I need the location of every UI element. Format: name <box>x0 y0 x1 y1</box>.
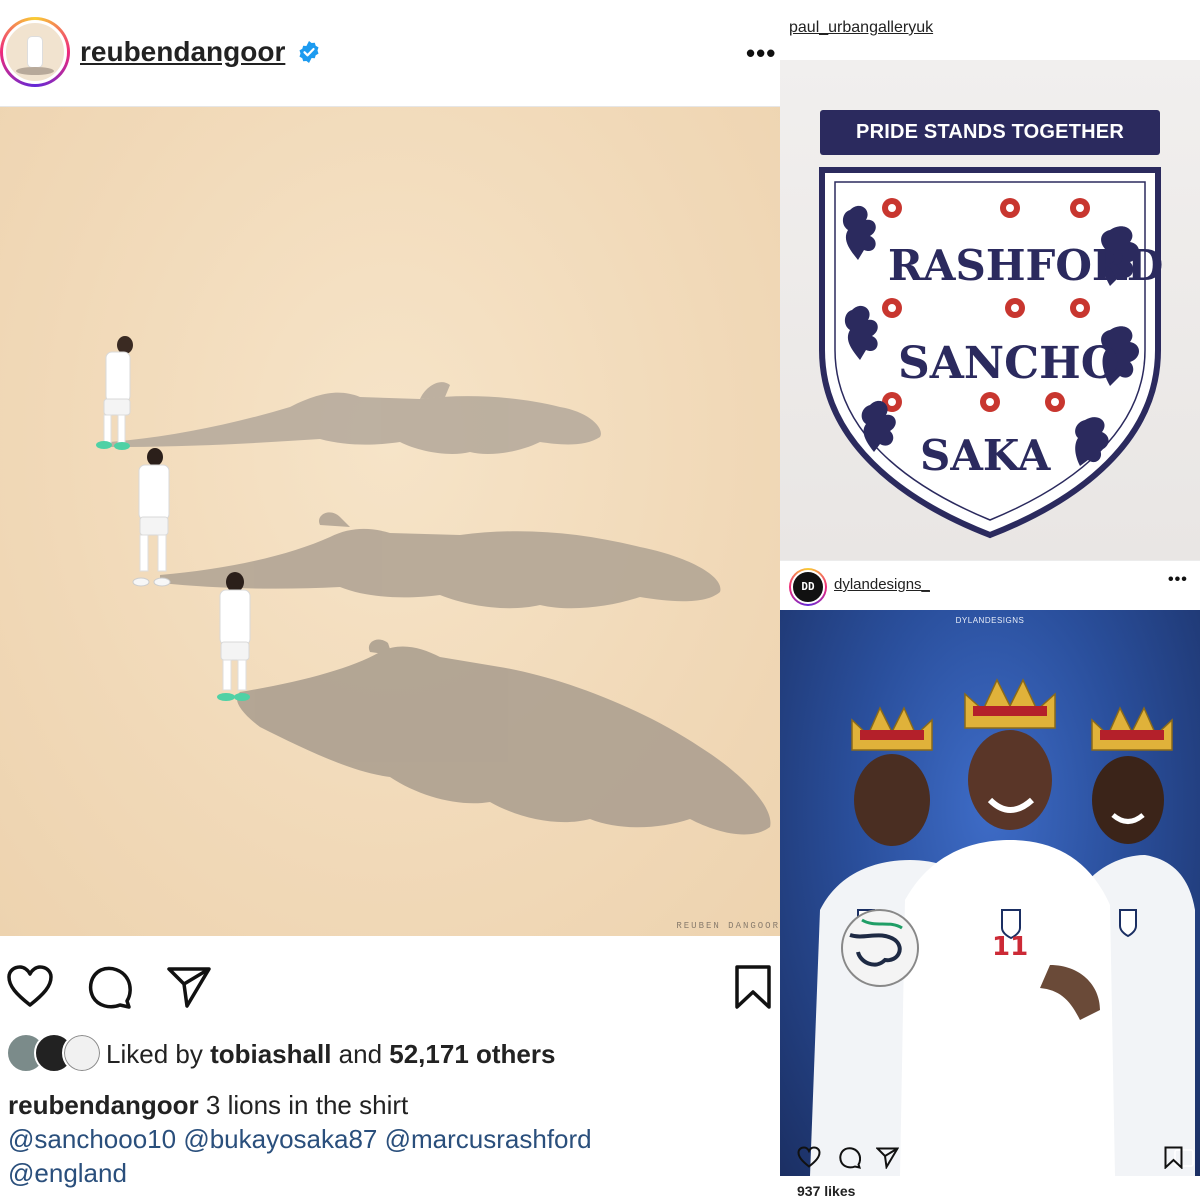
post-image[interactable]: REUBEN DANGOOR <box>0 107 780 936</box>
three-lions-artwork <box>96 336 771 835</box>
crest-name-2: SANCHO <box>898 338 1119 389</box>
liked-by-text: Liked by tobiashall and 52,171 others <box>106 1039 555 1070</box>
post-username[interactable]: reubendangoor <box>80 36 285 68</box>
liked-by-prefix: Liked by <box>106 1039 211 1069</box>
share-icon[interactable] <box>876 1146 899 1169</box>
comment-icon[interactable] <box>838 1146 861 1169</box>
liked-by-middle: and <box>331 1039 390 1069</box>
likes-count[interactable]: 52,171 others <box>389 1039 555 1069</box>
liker-avatar-3[interactable] <box>62 1033 102 1073</box>
lion-shadow-3 <box>236 639 771 835</box>
caption-text: 3 lions in the shirt <box>198 1090 409 1120</box>
post-actions <box>0 936 780 1036</box>
crest-name-3: SAKA <box>920 431 1052 480</box>
bookmark-icon[interactable] <box>1164 1146 1183 1169</box>
mention-tag[interactable]: @marcusrashford <box>385 1124 592 1154</box>
dylan-avatar[interactable]: DD <box>789 568 827 606</box>
bookmark-icon[interactable] <box>734 964 772 1010</box>
three-lions-crest: RASHFORD SANCHO SAKA <box>819 167 1163 539</box>
dylan-likes-count[interactable]: 937 likes <box>797 1183 855 1199</box>
liked-by-user[interactable]: tobiashall <box>210 1039 331 1069</box>
likes-row: Liked by tobiashall and 52,171 others <box>0 1033 780 1073</box>
player-figure-2 <box>132 448 171 587</box>
more-options-icon[interactable]: ••• <box>1168 571 1188 589</box>
heart-icon[interactable] <box>797 1146 821 1168</box>
player-figure-3 <box>217 572 251 701</box>
profile-avatar[interactable] <box>0 17 70 87</box>
avatar-image <box>3 20 67 84</box>
post-caption: reubendangoor 3 lions in the shirt @sanc… <box>8 1088 778 1190</box>
mention-tag[interactable]: @bukayosaka87 <box>183 1124 377 1154</box>
mention-tag[interactable]: @sanchooo10 <box>8 1124 176 1154</box>
crest-post: paul_urbangalleryuk PRIDE STANDS TOGETHE… <box>780 0 1200 560</box>
lion-shadow-1 <box>110 382 601 454</box>
share-icon[interactable] <box>166 964 212 1010</box>
crest-image[interactable]: PRIDE STANDS TOGETHER RASHFORD SANCHO SA… <box>780 60 1200 560</box>
svg-text:11: 11 <box>992 932 1028 962</box>
comment-icon[interactable] <box>86 964 132 1010</box>
crest-post-username[interactable]: paul_urbangalleryuk <box>789 19 933 37</box>
left-post: reubendangoor ••• REUBEN DANGOOR Liked b… <box>0 0 780 1200</box>
caption-username[interactable]: reubendangoor <box>8 1090 199 1120</box>
more-options-icon[interactable]: ••• <box>746 38 776 69</box>
dylan-avatar-logo: DD <box>791 570 825 604</box>
player-figure-1 <box>96 336 133 450</box>
heart-icon[interactable] <box>6 964 54 1008</box>
dylan-image[interactable]: DYLANDESIGNS 11 <box>780 610 1200 1176</box>
post-header: reubendangoor ••• <box>0 0 780 107</box>
dylan-post: DD dylandesigns_ ••• DYLANDESIGNS 11 937… <box>780 560 1200 1200</box>
crest-name-1: RASHFORD <box>888 241 1163 290</box>
verified-icon <box>299 41 319 63</box>
dylan-username[interactable]: dylandesigns_ <box>834 576 930 593</box>
mention-tag[interactable]: @england <box>8 1158 127 1188</box>
crowned-players-artwork: 11 <box>810 678 1195 1176</box>
dylan-post-actions <box>780 1131 1200 1171</box>
artwork-signature: REUBEN DANGOOR <box>676 921 780 931</box>
